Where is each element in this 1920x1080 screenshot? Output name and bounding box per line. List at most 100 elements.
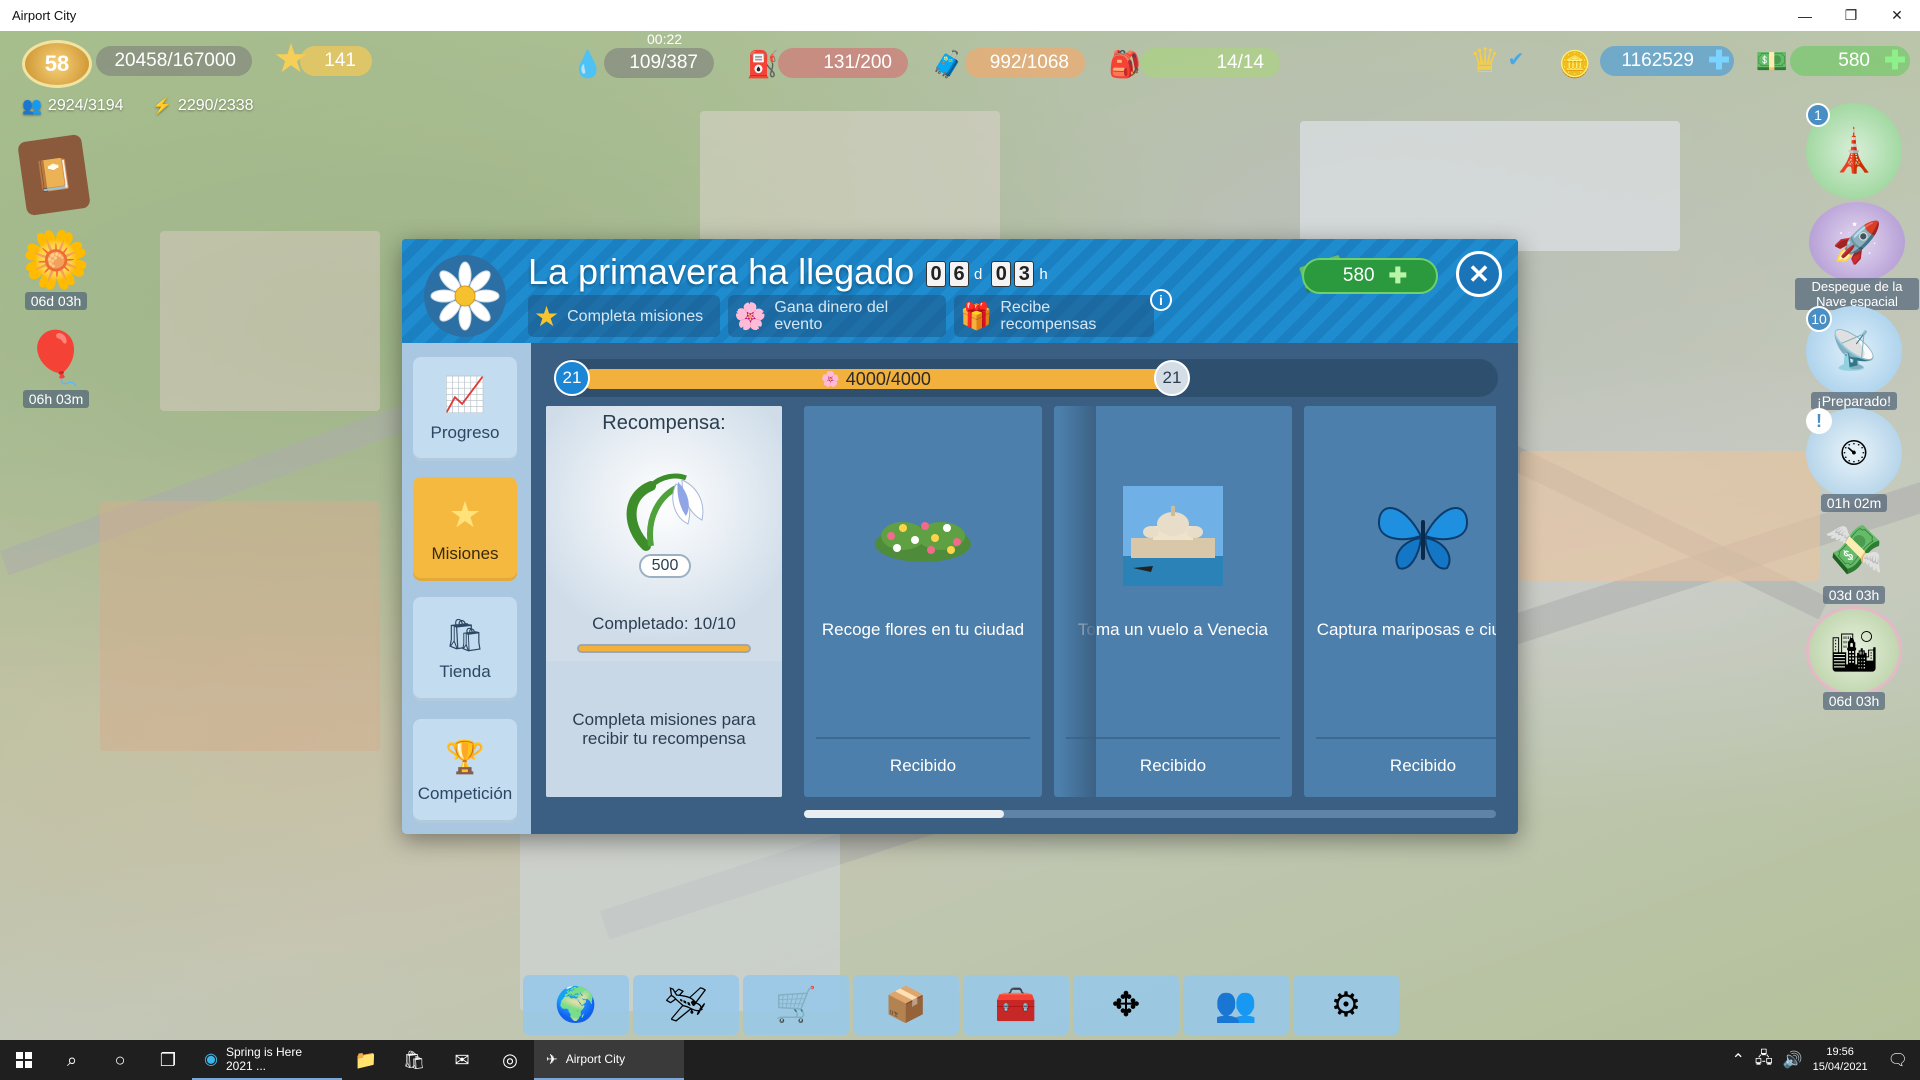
stars-counter: 141	[300, 46, 372, 76]
next-level-circle: 21	[1154, 360, 1190, 396]
friends-icon[interactable]: 👥	[1183, 975, 1289, 1035]
money-stack-widget[interactable]: 💸 03d 03h	[1806, 508, 1902, 604]
event-money-icon: 🌸	[734, 300, 767, 331]
radar-badge: 10	[1806, 306, 1832, 332]
task-view-icon[interactable]: ❐	[144, 1040, 192, 1080]
close-window-button[interactable]: ✕	[1874, 0, 1920, 31]
event-header: La primavera ha llegado 0 6 d 0 3 h ★ Co…	[402, 239, 1518, 343]
missions-scrollbar[interactable]	[804, 810, 1496, 818]
step-get-rewards: 🎁 Recibe recompensas	[954, 295, 1154, 337]
minimize-button[interactable]: —	[1782, 0, 1828, 31]
nav-competition[interactable]: 🏆 Competición	[413, 719, 517, 823]
snowdrop-flower-icon	[626, 473, 704, 551]
chevron-up-icon[interactable]: ⌃	[1731, 1050, 1744, 1070]
cortana-icon[interactable]: ○	[96, 1040, 144, 1080]
step-earn-money: 🌸 Gana dinero del evento	[728, 295, 946, 337]
alert-icon: !	[1806, 408, 1832, 434]
mail-icon[interactable]: ✉	[438, 1040, 486, 1080]
treasure-chest-icon[interactable]: 🧰	[963, 975, 1069, 1035]
airport-city-app-icon: ✈	[546, 1050, 558, 1067]
energy-stat: ⚡ 2290/2338	[152, 97, 254, 115]
network-icon[interactable]: 🖧	[1755, 1047, 1773, 1074]
current-level-circle: 21	[554, 360, 590, 396]
settings-gear-icon[interactable]: ⚙	[1293, 975, 1399, 1035]
move-arrows-icon[interactable]: ✥	[1073, 975, 1179, 1035]
taskbar-app-edge[interactable]: ◉ Spring is Here 2021 ...	[192, 1040, 342, 1080]
volume-icon[interactable]: 🔊	[1783, 1050, 1803, 1070]
spaceship-icon[interactable]: 🚀	[1809, 202, 1905, 282]
info-icon[interactable]: i	[1150, 289, 1172, 311]
reward-count: 500	[639, 554, 691, 578]
fuel-timer: 00:22	[647, 31, 683, 47]
spring-event-timer: 06d 03h	[24, 292, 88, 310]
scroll-thumb[interactable]	[804, 810, 1004, 818]
city-building-icon[interactable]: 🏙	[1806, 606, 1902, 696]
search-icon[interactable]: ⌕	[48, 1040, 96, 1080]
chrome-icon[interactable]: ◎	[486, 1040, 534, 1080]
globe-plane-icon[interactable]: 🌍	[523, 975, 629, 1035]
progress-arrow-icon: 📈	[443, 376, 487, 414]
mission-card[interactable]: Recoge flores en tu ciudad Recibido	[804, 406, 1042, 797]
spring-event-widget[interactable]: 🌼 06d 03h	[20, 224, 92, 310]
city-widget[interactable]: 🏙 06d 03h	[1806, 606, 1902, 710]
restore-button[interactable]: ❐	[1828, 0, 1874, 31]
control-tower-widget[interactable]: 🗼 1	[1806, 103, 1902, 199]
luggage-counter[interactable]: 992/1068	[965, 48, 1085, 78]
nav-shop[interactable]: 🛍 Tienda	[413, 597, 517, 701]
population-stat: 👥 2924/3194	[22, 97, 124, 115]
hangar-icon[interactable]: 🛩	[633, 975, 739, 1035]
timer-unit-hours: h	[1039, 265, 1048, 283]
mission-card[interactable]: Captura mariposas e ciudad Recibido	[1304, 406, 1496, 797]
timer-unit-days: d	[974, 265, 983, 283]
timer-digit: 3	[1014, 261, 1035, 287]
store-icon[interactable]: 🛍	[390, 1040, 438, 1080]
file-explorer-icon[interactable]: 📁	[342, 1040, 390, 1080]
missions-list[interactable]: Recoge flores en tu ciudad Recibido Toma	[804, 406, 1496, 797]
money-stack-icon[interactable]: 💸	[1806, 508, 1902, 590]
timer-digit: 0	[926, 261, 946, 287]
mission-status: Recibido	[1389, 756, 1457, 775]
event-cash-counter[interactable]: 580 ✚	[1302, 258, 1438, 294]
fuel-counter[interactable]: 109/387	[604, 48, 714, 78]
event-dialog: La primavera ha llegado 0 6 d 0 3 h ★ Co…	[402, 239, 1518, 834]
airship-icon[interactable]: 🎈	[6, 322, 106, 394]
mission-status: Recibido	[889, 756, 957, 775]
buy-cash-plus-icon[interactable]: ✚	[1389, 263, 1407, 289]
passport-book-icon[interactable]: 📔	[17, 133, 91, 217]
buy-cash-plus-icon[interactable]: ✚	[1882, 45, 1908, 75]
shop-cart-icon[interactable]: 🛒	[743, 975, 849, 1035]
daisy-icon[interactable]: 🌼	[20, 224, 92, 296]
flower-bush-icon	[873, 486, 973, 586]
player-level-badge[interactable]: 58	[22, 40, 92, 88]
nav-progress[interactable]: 📈 Progreso	[413, 357, 517, 461]
cargo-counter[interactable]: 131/200	[778, 48, 908, 78]
event-title: La primavera ha llegado	[528, 251, 915, 292]
airship-widget[interactable]: 🎈 06h 03m	[6, 322, 106, 408]
progress-track: 🌸 4000/4000	[582, 369, 1170, 389]
crown-icon[interactable]: ♛	[1460, 38, 1510, 84]
crate-icon[interactable]: 📦	[853, 975, 959, 1035]
gift-icon: 🎁	[960, 300, 993, 331]
airship-timer: 06h 03m	[22, 390, 90, 408]
population-icon: 👥	[22, 98, 42, 115]
step-complete-missions: ★ Completa misiones	[528, 295, 720, 337]
radar-widget[interactable]: 📡 10 ¡Preparado!	[1806, 306, 1902, 410]
buy-coins-plus-icon[interactable]: ✚	[1706, 45, 1732, 75]
gauge-widget[interactable]: ⏲ ! 01h 02m	[1806, 408, 1902, 512]
close-dialog-button[interactable]: ✕	[1456, 251, 1502, 297]
windows-start-icon[interactable]	[0, 1040, 48, 1080]
spaceship-widget[interactable]: 🚀 Despegue de la Nave espacial	[1792, 202, 1920, 310]
star-icon: ★	[534, 300, 560, 332]
taskbar-app-airport-city[interactable]: ✈ Airport City	[534, 1040, 684, 1080]
crew-counter[interactable]: 14/14	[1140, 48, 1280, 78]
reward-card: Recompensa: 500 Completado: 10/10 Comple…	[546, 406, 782, 797]
clock[interactable]: 19:56 15/04/2021	[1813, 1045, 1868, 1075]
trophy-icon: 🏆	[445, 739, 485, 775]
nav-missions[interactable]: ★ Misiones	[413, 477, 517, 581]
notification-icon[interactable]: 🗨	[1888, 1050, 1908, 1070]
event-progress-bar: 🌸 4000/4000 21 21	[554, 359, 1498, 397]
event-steps: ★ Completa misiones 🌸 Gana dinero del ev…	[528, 295, 1154, 337]
passport-widget[interactable]: 📔	[17, 133, 91, 217]
event-side-nav: 📈 Progreso ★ Misiones 🛍 Tienda 🏆 Competi…	[402, 343, 531, 834]
money-timer: 03d 03h	[1822, 586, 1886, 604]
